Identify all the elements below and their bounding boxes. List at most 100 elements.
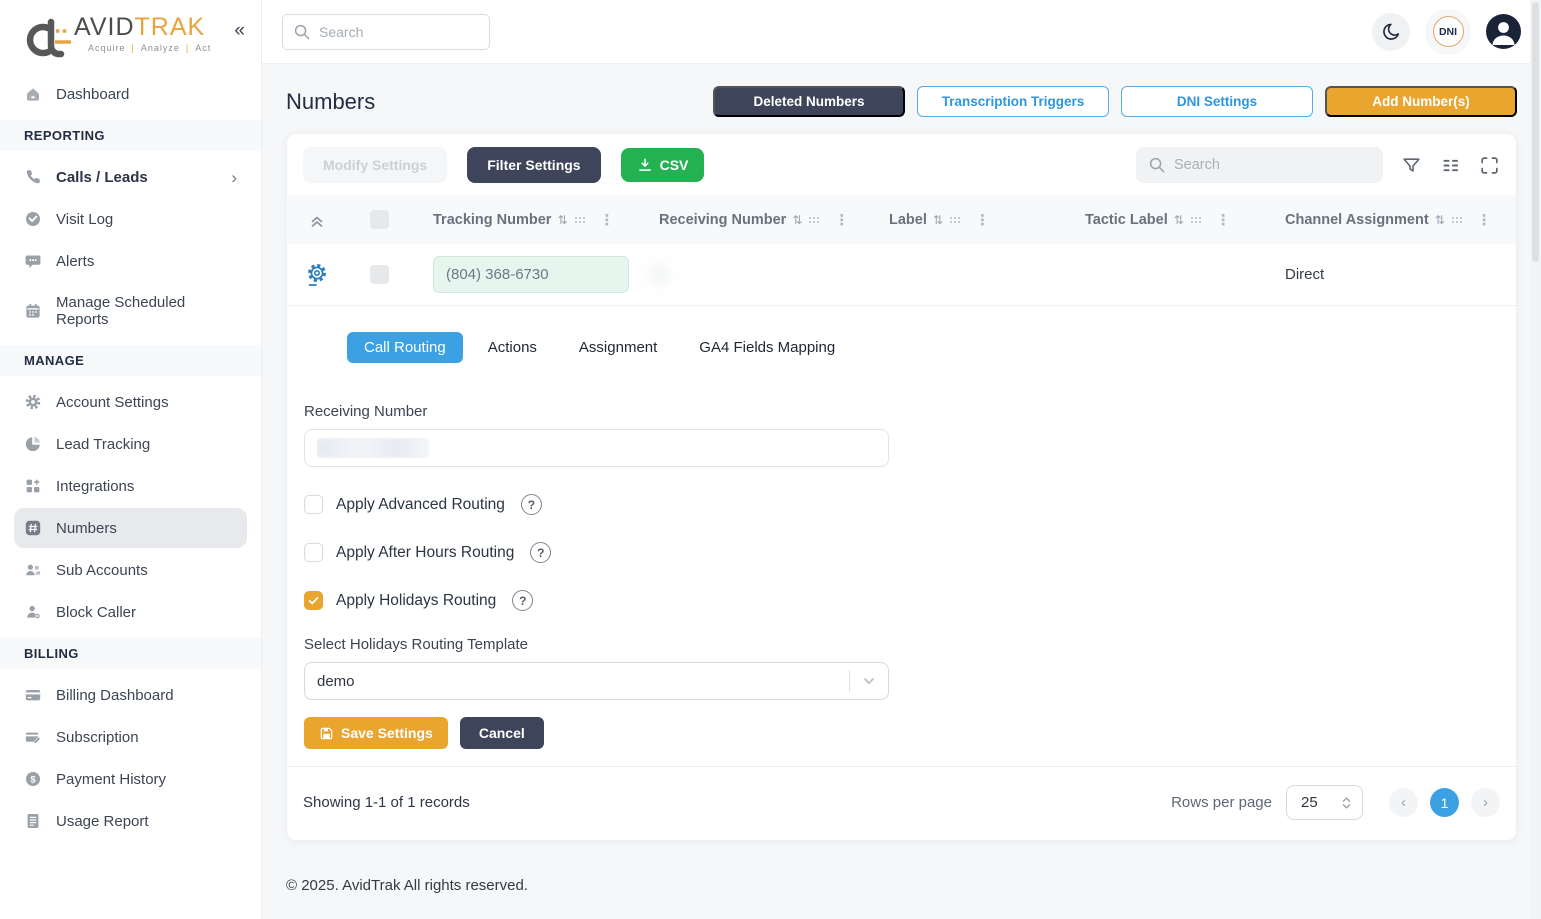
row-detail-panel: Call Routing Actions Assignment GA4 Fiel…	[287, 306, 1516, 766]
sidebar-item-billing-dashboard[interactable]: Billing Dashboard	[14, 675, 247, 715]
column-settings-icon[interactable]	[1440, 155, 1461, 176]
sidebar-collapse-icon[interactable]: «	[228, 20, 251, 42]
logo-text: AVIDTRAK Acquire | Analyze | Act	[74, 12, 211, 53]
receiving-number-field[interactable]	[304, 429, 889, 467]
apply-advanced-routing-checkbox[interactable]	[304, 495, 323, 514]
column-menu-icon[interactable]: ⋮	[967, 211, 990, 229]
sidebar-item-alerts[interactable]: Alerts	[14, 241, 247, 281]
table-search[interactable]	[1136, 147, 1383, 183]
tab-ga4-fields-mapping[interactable]: GA4 Fields Mapping	[682, 332, 852, 363]
sidebar: AVIDTRAK Acquire | Analyze | Act « Dashboard…	[0, 0, 262, 919]
sidebar-item-manage-scheduled-reports[interactable]: Manage Scheduled Reports	[14, 283, 247, 339]
sort-icon[interactable]: ⇅	[792, 213, 802, 227]
next-page-button[interactable]: ›	[1471, 788, 1500, 817]
sidebar-item-usage-report[interactable]: Usage Report	[14, 801, 247, 841]
header-tactic-label[interactable]: Tactic Label ⇅ ⋮	[1085, 211, 1285, 229]
table-toolbar: Modify Settings Filter Settings CSV	[287, 134, 1516, 195]
drag-handle-icon[interactable]	[1451, 216, 1463, 224]
tab-actions[interactable]: Actions	[471, 332, 554, 363]
receiving-number-label: Receiving Number	[304, 403, 428, 420]
column-label: Tracking Number	[433, 211, 552, 228]
column-menu-icon[interactable]: ⋮	[826, 211, 849, 229]
cancel-button[interactable]: Cancel	[459, 717, 544, 749]
dni-settings-button[interactable]: DNI Settings	[1121, 86, 1313, 117]
dark-mode-toggle[interactable]	[1372, 12, 1410, 51]
holidays-routing-row: Apply Holidays Routing ?	[304, 590, 1500, 611]
filter-settings-button[interactable]: Filter Settings	[467, 147, 601, 183]
sidebar-item-lead-tracking[interactable]: Lead Tracking	[14, 424, 247, 464]
apply-after-hours-routing-checkbox[interactable]	[304, 543, 323, 562]
fullscreen-icon[interactable]	[1479, 155, 1500, 176]
header-receiving-number[interactable]: Receiving Number ⇅ ⋮	[659, 211, 889, 229]
save-settings-button[interactable]: Save Settings	[304, 717, 448, 749]
sort-icon[interactable]: ⇅	[557, 213, 567, 227]
chevron-right-icon: ›	[231, 167, 237, 187]
moon-icon	[1381, 21, 1402, 42]
form-buttons: Save Settings Cancel	[304, 717, 1500, 749]
user-avatar-icon	[1486, 14, 1521, 49]
sidebar-item-integrations[interactable]: Integrations	[14, 466, 247, 506]
holidays-template-select[interactable]: demo	[304, 662, 889, 700]
sidebar-item-dashboard[interactable]: Dashboard	[14, 74, 247, 114]
drag-handle-icon[interactable]	[808, 216, 820, 224]
page-scrollbar[interactable]	[1530, 0, 1541, 919]
sidebar-item-subscription[interactable]: Subscription	[14, 717, 247, 757]
transcription-triggers-button[interactable]: Transcription Triggers	[917, 86, 1109, 117]
row-checkbox[interactable]	[369, 265, 389, 284]
column-menu-icon[interactable]: ⋮	[1208, 211, 1231, 229]
global-search-input[interactable]	[319, 23, 479, 40]
drag-handle-icon[interactable]	[949, 216, 961, 224]
pager: ‹ 1 ›	[1389, 788, 1500, 817]
checkbox-label: Apply After Hours Routing	[336, 543, 515, 561]
csv-export-button[interactable]: CSV	[620, 148, 705, 182]
filter-funnel-icon[interactable]	[1401, 155, 1422, 176]
header-channel-assignment[interactable]: Channel Assignment ⇅ ⋮	[1285, 211, 1516, 229]
sidebar-item-sub-accounts[interactable]: Sub Accounts	[14, 550, 247, 590]
current-page-button[interactable]: 1	[1430, 788, 1459, 817]
rows-per-page-select[interactable]: 25	[1286, 785, 1363, 820]
sidebar-item-label: Manage Scheduled Reports	[56, 294, 186, 328]
help-icon[interactable]: ?	[512, 590, 534, 611]
apply-holidays-routing-checkbox[interactable]	[304, 591, 323, 610]
sidebar-item-calls-leads[interactable]: Calls / Leads ›	[14, 157, 247, 197]
modify-settings-button[interactable]: Modify Settings	[303, 147, 448, 183]
header-tracking-number[interactable]: Tracking Number ⇅ ⋮	[411, 211, 659, 229]
table-search-input[interactable]	[1174, 157, 1371, 173]
subscription-icon	[24, 728, 42, 746]
sort-icon[interactable]: ⇅	[933, 213, 943, 227]
sidebar-item-payment-history[interactable]: $ Payment History	[14, 759, 247, 799]
column-label: Channel Assignment	[1285, 211, 1429, 228]
add-numbers-button[interactable]: Add Number(s)	[1325, 86, 1517, 117]
checkbox-label: Apply Advanced Routing	[336, 495, 505, 513]
phone-icon	[24, 168, 42, 186]
drag-handle-icon[interactable]	[574, 216, 586, 224]
profile-button[interactable]	[1486, 14, 1521, 49]
prev-page-button[interactable]: ‹	[1389, 788, 1418, 817]
global-search[interactable]	[282, 13, 490, 50]
header-label[interactable]: Label ⇅ ⋮	[889, 211, 1085, 229]
help-icon[interactable]: ?	[530, 542, 552, 563]
tab-call-routing[interactable]: Call Routing	[347, 332, 463, 363]
deleted-numbers-button[interactable]: Deleted Numbers	[713, 86, 905, 117]
document-icon	[24, 812, 42, 830]
sidebar-item-account-settings[interactable]: Account Settings	[14, 382, 247, 422]
people-icon	[24, 561, 42, 579]
sort-icon[interactable]: ⇅	[1174, 213, 1184, 227]
collapse-rows-icon[interactable]	[308, 211, 326, 229]
tab-assignment[interactable]: Assignment	[562, 332, 674, 363]
tracking-number-value[interactable]: (804) 368-6730	[433, 256, 629, 293]
table-toolbar-right	[1136, 147, 1500, 183]
select-all-cell	[347, 210, 411, 229]
drag-handle-icon[interactable]	[1190, 216, 1202, 224]
select-all-checkbox[interactable]	[369, 210, 389, 229]
help-icon[interactable]: ?	[520, 494, 542, 515]
row-settings-gear-icon[interactable]	[305, 262, 329, 288]
sort-icon[interactable]: ⇅	[1435, 213, 1445, 227]
column-menu-icon[interactable]: ⋮	[1469, 211, 1492, 229]
dni-badge-button[interactable]: DNI	[1425, 8, 1471, 55]
sidebar-item-numbers[interactable]: Numbers	[14, 508, 247, 548]
sidebar-item-visit-log[interactable]: Visit Log	[14, 199, 247, 239]
scrollbar-thumb[interactable]	[1532, 2, 1539, 262]
column-menu-icon[interactable]: ⋮	[592, 211, 615, 229]
sidebar-item-block-caller[interactable]: Block Caller	[14, 592, 247, 632]
